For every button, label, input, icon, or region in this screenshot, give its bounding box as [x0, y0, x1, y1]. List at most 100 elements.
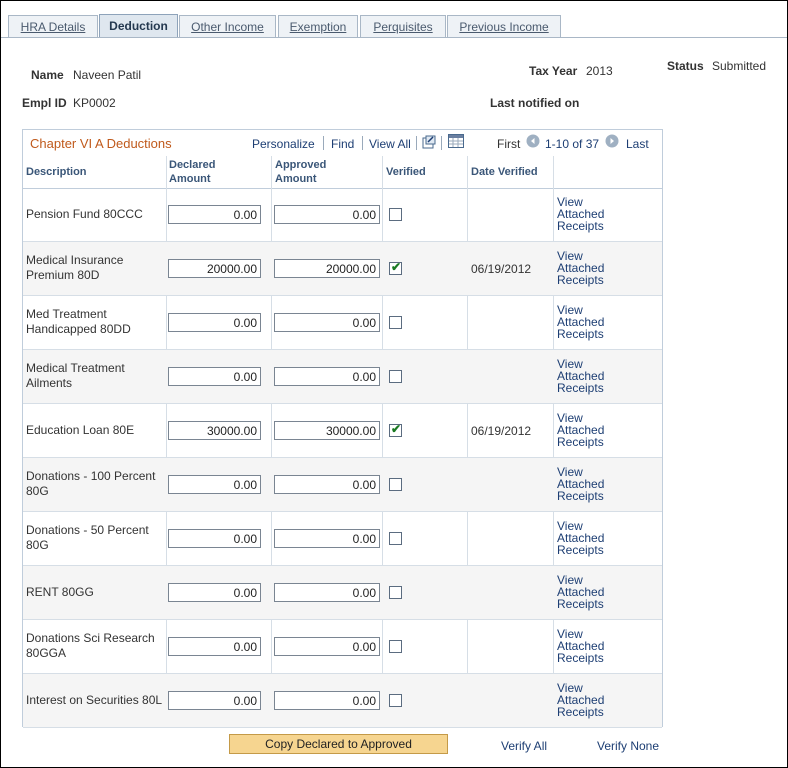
view-attached-receipts-link[interactable]: View Attached Receipts [557, 358, 619, 394]
declared-amount-input[interactable] [168, 583, 261, 602]
col-date-verified[interactable]: Date Verified [468, 156, 554, 188]
tax-year-value: 2013 [586, 64, 613, 78]
table-row: RENT 80GG View Attached Receipts [23, 566, 662, 620]
approved-amount-input[interactable] [274, 205, 380, 224]
declared-amount-input[interactable] [168, 367, 261, 386]
name-value: Naveen Patil [73, 68, 142, 82]
row-description: Donations Sci Research 80GGA [26, 631, 155, 660]
last-notified-label: Last notified on [490, 96, 580, 110]
approved-amount-input[interactable] [274, 529, 380, 548]
view-all-link[interactable]: View All [369, 137, 411, 151]
deductions-grid: Chapter VI A Deductions Personalize Find… [22, 129, 663, 728]
grid-title: Chapter VI A Deductions [30, 136, 172, 151]
table-row: Donations Sci Research 80GGA View Attache… [23, 620, 662, 674]
verified-checkbox[interactable] [389, 370, 402, 383]
declared-amount-input[interactable] [168, 475, 261, 494]
row-description: Donations - 50 Percent 80G [26, 523, 149, 552]
table-row: Donations - 50 Percent 80G View Attached … [23, 512, 662, 566]
table-row: Education Loan 80E ✔ 06/19/2012 View Attach… [23, 404, 662, 458]
tab-divider [1, 37, 787, 38]
download-grid-icon[interactable] [448, 134, 464, 151]
date-verified: 06/19/2012 [471, 262, 532, 276]
table-row: Med Treatment Handicapped 80DD View Attac… [23, 296, 662, 350]
approved-amount-input[interactable] [274, 475, 380, 494]
declared-amount-input[interactable] [168, 421, 261, 440]
col-description[interactable]: Description [23, 156, 166, 188]
tax-year-label: Tax Year [529, 64, 578, 78]
separator [362, 136, 363, 150]
grid-header: Description Declared Amount Approved Amo… [23, 156, 662, 189]
verify-all-link[interactable]: Verify All [501, 739, 547, 753]
declared-amount-input[interactable] [168, 259, 261, 278]
verified-checkbox[interactable] [389, 694, 402, 707]
emplid-label: Empl ID [22, 96, 67, 110]
table-row: Medical Treatment Ailments View Attached … [23, 350, 662, 404]
col-approved-amount[interactable]: Approved Amount [272, 156, 352, 188]
approved-amount-input[interactable] [274, 421, 380, 440]
declared-amount-input[interactable] [168, 529, 261, 548]
row-description: Medical Insurance Premium 80D [26, 253, 124, 282]
table-row: Medical Insurance Premium 80D ✔ 06/19/2012… [23, 242, 662, 296]
approved-amount-input[interactable] [274, 691, 380, 710]
tab-exemption[interactable]: Exemption [278, 15, 358, 37]
view-attached-receipts-link[interactable]: View Attached Receipts [557, 466, 619, 502]
col-declared-amount[interactable]: Declared Amount [166, 156, 246, 188]
view-attached-receipts-link[interactable]: View Attached Receipts [557, 574, 619, 610]
approved-amount-input[interactable] [274, 583, 380, 602]
checkmark-icon: ✔ [391, 260, 402, 274]
checkmark-icon: ✔ [391, 422, 402, 436]
verified-checkbox[interactable] [389, 586, 402, 599]
verified-checkbox[interactable]: ✔ [389, 260, 402, 275]
verified-checkbox[interactable] [389, 316, 402, 329]
verify-none-link[interactable]: Verify None [597, 739, 659, 753]
declared-amount-input[interactable] [168, 691, 261, 710]
declared-amount-input[interactable] [168, 313, 261, 332]
row-range: 1-10 of 37 [545, 137, 600, 151]
view-attached-receipts-link[interactable]: View Attached Receipts [557, 250, 619, 286]
view-attached-receipts-link[interactable]: View Attached Receipts [557, 682, 619, 718]
tab-perquisites[interactable]: Perquisites [360, 15, 446, 37]
declared-amount-input[interactable] [168, 205, 261, 224]
row-description: Medical Treatment Ailments [26, 361, 125, 390]
verified-checkbox[interactable] [389, 478, 402, 491]
view-attached-receipts-link[interactable]: View Attached Receipts [557, 520, 619, 556]
copy-declared-to-approved-button[interactable]: Copy Declared to Approved [229, 734, 448, 754]
approved-amount-input[interactable] [274, 367, 380, 386]
tab-other-income[interactable]: Other Income [179, 15, 276, 37]
approved-amount-input[interactable] [274, 259, 380, 278]
emplid-value: KP0002 [73, 96, 116, 110]
verified-checkbox[interactable]: ✔ [389, 422, 402, 437]
declared-amount-input[interactable] [168, 637, 261, 656]
col-verified[interactable]: Verified [383, 156, 468, 188]
row-description: Education Loan 80E [26, 423, 135, 437]
table-row: Interest on Securities 80L View Attached … [23, 674, 662, 728]
view-attached-receipts-link[interactable]: View Attached Receipts [557, 304, 619, 340]
separator [416, 136, 417, 150]
verified-checkbox[interactable] [389, 532, 402, 545]
new-window-icon[interactable] [422, 135, 436, 152]
last-link[interactable]: Last [626, 137, 649, 151]
table-row: Donations - 100 Percent 80G View Attached… [23, 458, 662, 512]
view-attached-receipts-link[interactable]: View Attached Receipts [557, 412, 619, 448]
tab-previous-income[interactable]: Previous Income [447, 15, 561, 37]
previous-arrow-icon[interactable] [526, 134, 540, 151]
view-attached-receipts-link[interactable]: View Attached Receipts [557, 628, 619, 664]
separator [323, 136, 324, 150]
verified-checkbox[interactable] [389, 208, 402, 221]
personalize-link[interactable]: Personalize [252, 137, 315, 151]
name-label: Name [31, 68, 64, 82]
page-frame: HRA Details Deduction Other Income Exemp… [0, 0, 788, 768]
next-arrow-icon[interactable] [605, 134, 619, 151]
approved-amount-input[interactable] [274, 313, 380, 332]
tab-deduction[interactable]: Deduction [99, 14, 178, 38]
view-attached-receipts-link[interactable]: View Attached Receipts [557, 196, 619, 232]
table-row: Pension Fund 80CCC View Attached Receipts [23, 188, 662, 242]
status-label: Status [667, 59, 704, 73]
approved-amount-input[interactable] [274, 637, 380, 656]
row-description: Interest on Securities 80L [26, 693, 163, 707]
find-link[interactable]: Find [331, 137, 354, 151]
first-label: First [497, 137, 521, 151]
verified-checkbox[interactable] [389, 640, 402, 653]
tab-hra-details[interactable]: HRA Details [8, 15, 98, 37]
date-verified: 06/19/2012 [471, 424, 532, 438]
